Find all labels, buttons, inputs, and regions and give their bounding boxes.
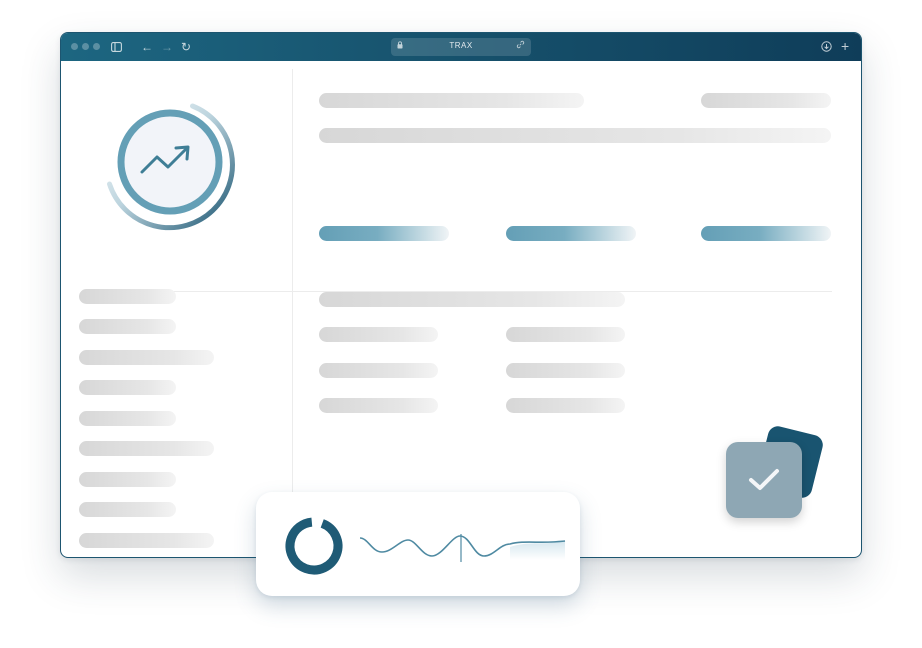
close-window-dot[interactable] [71, 43, 78, 50]
check-card-front [726, 442, 802, 518]
header-title-placeholder [319, 93, 584, 108]
list-item-placeholder [319, 363, 438, 378]
sidebar-item-placeholder[interactable] [79, 472, 176, 487]
address-text: TRAX [449, 41, 473, 50]
list-item-placeholder [506, 327, 625, 342]
header-subtitle-placeholder [319, 128, 831, 143]
list-item-placeholder [319, 398, 438, 413]
forward-arrow-icon[interactable]: → [161, 39, 173, 55]
browser-titlebar: ← → ↻ TRAX + [61, 33, 861, 61]
list-item-placeholder [506, 398, 625, 413]
trend-ring-icon [107, 103, 235, 231]
download-icon[interactable] [821, 40, 832, 56]
list-item-placeholder [506, 363, 625, 378]
sidebar-item-placeholder[interactable] [79, 441, 214, 456]
back-arrow-icon[interactable]: ← [141, 39, 153, 55]
sparkline-icon [360, 534, 566, 562]
column-divider [292, 69, 293, 557]
sidebar-item-placeholder[interactable] [79, 319, 176, 334]
sidebar-toggle-icon[interactable] [111, 40, 122, 56]
address-bar[interactable]: TRAX [391, 38, 531, 56]
minimize-window-dot[interactable] [82, 43, 89, 50]
sidebar-item-placeholder[interactable] [79, 289, 176, 304]
sidebar-item-placeholder[interactable] [79, 350, 214, 365]
maximize-window-dot[interactable] [93, 43, 100, 50]
checkmark-icon [749, 469, 779, 490]
sidebar-item-placeholder[interactable] [79, 411, 176, 426]
accent-bar-3 [701, 226, 831, 241]
accent-bar-2 [506, 226, 636, 241]
check-card-stack [722, 424, 826, 526]
sidebar-item-placeholder[interactable] [79, 533, 214, 548]
reload-icon[interactable]: ↻ [181, 39, 191, 55]
link-icon[interactable] [516, 40, 525, 51]
list-item-placeholder [319, 327, 438, 342]
sidebar-item-placeholder[interactable] [79, 380, 176, 395]
stats-card [256, 492, 580, 596]
header-meta-placeholder [701, 93, 831, 108]
section-title-placeholder [319, 292, 625, 307]
new-tab-plus-icon[interactable]: + [841, 38, 849, 54]
sidebar-item-placeholder[interactable] [79, 502, 176, 517]
accent-bar-1 [319, 226, 449, 241]
donut-chart-icon [285, 517, 343, 575]
